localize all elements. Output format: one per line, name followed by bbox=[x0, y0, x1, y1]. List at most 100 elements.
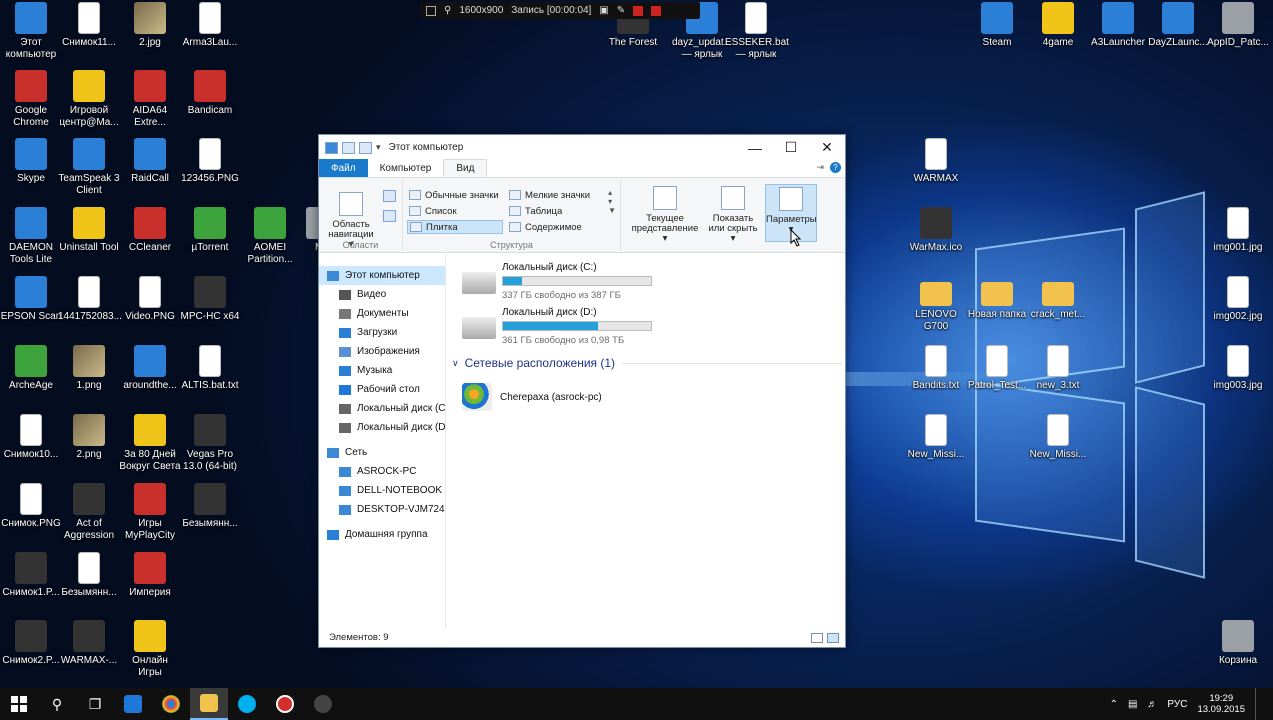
layout-scroll-icon[interactable]: ▴ ▾ ▼ bbox=[608, 188, 616, 215]
window-icon[interactable] bbox=[426, 5, 436, 16]
nav-item[interactable]: Рабочий стол bbox=[319, 380, 445, 399]
start-button[interactable] bbox=[0, 688, 38, 720]
layout-small-icons[interactable]: Мелкие значки bbox=[507, 188, 592, 202]
drive-c[interactable]: Локальный диск (C:) 337 ГБ свободно из 3… bbox=[462, 262, 652, 301]
desktop-icon[interactable]: Снимок1.P... bbox=[0, 552, 62, 599]
tiles-view-toggle[interactable] bbox=[827, 633, 839, 643]
desktop-icon[interactable]: Империя bbox=[119, 552, 181, 599]
desktop-icon[interactable]: New_Missi... bbox=[1027, 414, 1089, 461]
desktop-icon[interactable]: 4game bbox=[1027, 2, 1089, 49]
desktop-icon[interactable]: WarMax.ico bbox=[905, 207, 967, 254]
show-desktop-button[interactable] bbox=[1255, 688, 1259, 720]
show-hidden-icons-icon[interactable]: ⌃ bbox=[1110, 699, 1118, 710]
desktop-icon[interactable]: WARMAX bbox=[905, 138, 967, 185]
desktop-icon[interactable]: 2.png bbox=[58, 414, 120, 461]
desktop-icon[interactable]: 1441752083... bbox=[58, 276, 122, 323]
network-icon[interactable]: ▤ bbox=[1128, 699, 1137, 710]
desktop-icon[interactable]: AIDA64 Extre... bbox=[119, 70, 181, 129]
desktop-icon[interactable]: Act of Aggression bbox=[58, 483, 120, 542]
desktop-icon[interactable]: Bandits.txt bbox=[905, 345, 967, 392]
desktop-icon[interactable]: Корзина bbox=[1207, 620, 1269, 667]
taskbar-chrome[interactable] bbox=[152, 688, 190, 720]
desktop-icon[interactable]: RaidCall bbox=[119, 138, 181, 185]
desktop-icon[interactable]: Игры MyPlayCity bbox=[119, 483, 181, 542]
tab-view[interactable]: Вид bbox=[443, 159, 488, 177]
desktop-icon[interactable]: Снимок.PNG bbox=[0, 483, 62, 530]
chevron-down-icon[interactable]: ▾ bbox=[376, 142, 381, 153]
new-folder-icon[interactable] bbox=[359, 141, 372, 154]
nav-item[interactable]: Видео bbox=[319, 285, 445, 304]
details-view-toggle[interactable] bbox=[811, 633, 823, 643]
camera-icon[interactable]: ▣ bbox=[599, 5, 608, 16]
tab-computer[interactable]: Компьютер bbox=[368, 159, 444, 177]
desktop-icon[interactable]: ALTIS.bat.txt bbox=[179, 345, 241, 392]
desktop-icon[interactable]: LENOVO G700 bbox=[905, 276, 967, 333]
language-indicator[interactable]: РУС bbox=[1167, 699, 1187, 710]
taskbar-teamspeak[interactable] bbox=[304, 688, 342, 720]
desktop-icon[interactable]: Этот компьютер bbox=[0, 2, 62, 61]
network-location-item[interactable]: Cherepaxa (asrock-pc) bbox=[462, 383, 602, 411]
desktop-icon[interactable]: crack_met... bbox=[1027, 276, 1089, 321]
desktop-icon[interactable]: Arma3Lau... bbox=[179, 2, 241, 49]
details-pane-icon[interactable] bbox=[383, 210, 396, 222]
nav-item[interactable]: Документы bbox=[319, 304, 445, 323]
show-hide-button[interactable]: Показать или скрыть ▾ bbox=[705, 184, 761, 244]
layout-list[interactable]: Список bbox=[407, 204, 459, 218]
nav-item[interactable]: Сеть bbox=[319, 443, 445, 462]
desktop-icon[interactable]: Skype bbox=[0, 138, 62, 185]
layout-normal-icons[interactable]: Обычные значки bbox=[407, 188, 501, 202]
search-button[interactable]: ⚲ bbox=[38, 688, 76, 720]
desktop-icon[interactable]: AppID_Patc... bbox=[1207, 2, 1269, 49]
desktop-icon[interactable]: Google Chrome bbox=[0, 70, 62, 129]
nav-item[interactable]: Локальный диск (C bbox=[319, 399, 445, 418]
desktop-icon[interactable]: 1.png bbox=[58, 345, 120, 392]
desktop-icon[interactable]: 123456.PNG bbox=[179, 138, 241, 185]
help-icon[interactable]: ? bbox=[830, 162, 841, 173]
desktop-icon[interactable]: img002.jpg bbox=[1207, 276, 1269, 323]
desktop-icon[interactable]: DayZLaunc... bbox=[1147, 2, 1209, 49]
desktop-icon[interactable]: MPC-HC x64 bbox=[179, 276, 241, 323]
network-group-header[interactable]: ∨ Сетевые расположения (1) bbox=[452, 356, 842, 370]
desktop-icon[interactable]: Новая папка bbox=[966, 276, 1028, 321]
desktop-icon[interactable]: New_Missi... bbox=[905, 414, 967, 461]
title-bar[interactable]: ▾ Этот компьютер — ☐ ✕ bbox=[319, 135, 845, 160]
desktop-icon[interactable]: За 80 Дней Вокруг Света bbox=[119, 414, 181, 473]
desktop-icon[interactable]: img003.jpg bbox=[1207, 345, 1269, 392]
nav-item[interactable]: ASROCK-PC bbox=[319, 462, 445, 481]
desktop-icon[interactable]: Patrol_Test... bbox=[966, 345, 1028, 392]
desktop-icon[interactable]: Снимок10... bbox=[0, 414, 62, 461]
desktop-icon[interactable]: Безымянн... bbox=[58, 552, 120, 599]
layout-tiles[interactable]: Плитка bbox=[407, 220, 503, 234]
tab-file[interactable]: Файл bbox=[319, 159, 368, 177]
taskbar-skype[interactable] bbox=[228, 688, 266, 720]
ribbon-collapse-icon[interactable]: ⇥ bbox=[816, 162, 824, 173]
nav-item[interactable]: Локальный диск (D bbox=[319, 418, 445, 437]
stop-icon[interactable] bbox=[651, 5, 662, 16]
desktop-icon[interactable]: Video.PNG bbox=[119, 276, 181, 323]
desktop-icon[interactable]: ESSEKER.bat — ярлык bbox=[725, 2, 789, 61]
current-view-button[interactable]: Текущее представление ▾ bbox=[629, 184, 701, 244]
desktop-icon[interactable]: new_3.txt bbox=[1027, 345, 1089, 392]
close-button[interactable]: ✕ bbox=[809, 135, 845, 160]
desktop-icon[interactable]: Онлайн Игры bbox=[119, 620, 181, 679]
desktop-icon[interactable]: Снимок2.P... bbox=[0, 620, 62, 667]
pencil-icon[interactable]: ✎ bbox=[617, 5, 625, 16]
desktop-icon[interactable]: µTorrent bbox=[179, 207, 241, 254]
nav-item[interactable]: Этот компьютер bbox=[319, 266, 445, 285]
desktop-icon[interactable]: DAEMON Tools Lite bbox=[0, 207, 62, 266]
desktop-icon[interactable]: aroundthe... bbox=[119, 345, 181, 392]
desktop-icon[interactable]: Игровой центр@Ma... bbox=[58, 70, 120, 129]
layout-details[interactable]: Таблица bbox=[507, 204, 564, 218]
taskbar-explorer[interactable] bbox=[190, 688, 228, 720]
desktop-icon[interactable]: Bandicam bbox=[179, 70, 241, 117]
volume-icon[interactable]: ♬ bbox=[1147, 699, 1157, 710]
nav-item[interactable]: Домашняя группа bbox=[319, 525, 445, 544]
task-view-button[interactable]: ❐ bbox=[76, 688, 114, 720]
desktop-icon[interactable]: CCleaner bbox=[119, 207, 181, 254]
taskbar-edge[interactable] bbox=[114, 688, 152, 720]
desktop-icon[interactable]: 2.jpg bbox=[119, 2, 181, 49]
nav-item[interactable]: DELL-NOTEBOOK bbox=[319, 481, 445, 500]
desktop-icon[interactable]: Steam bbox=[966, 2, 1028, 49]
desktop-icon[interactable]: Снимок11... bbox=[58, 2, 120, 49]
desktop-icon[interactable]: img001.jpg bbox=[1207, 207, 1269, 254]
